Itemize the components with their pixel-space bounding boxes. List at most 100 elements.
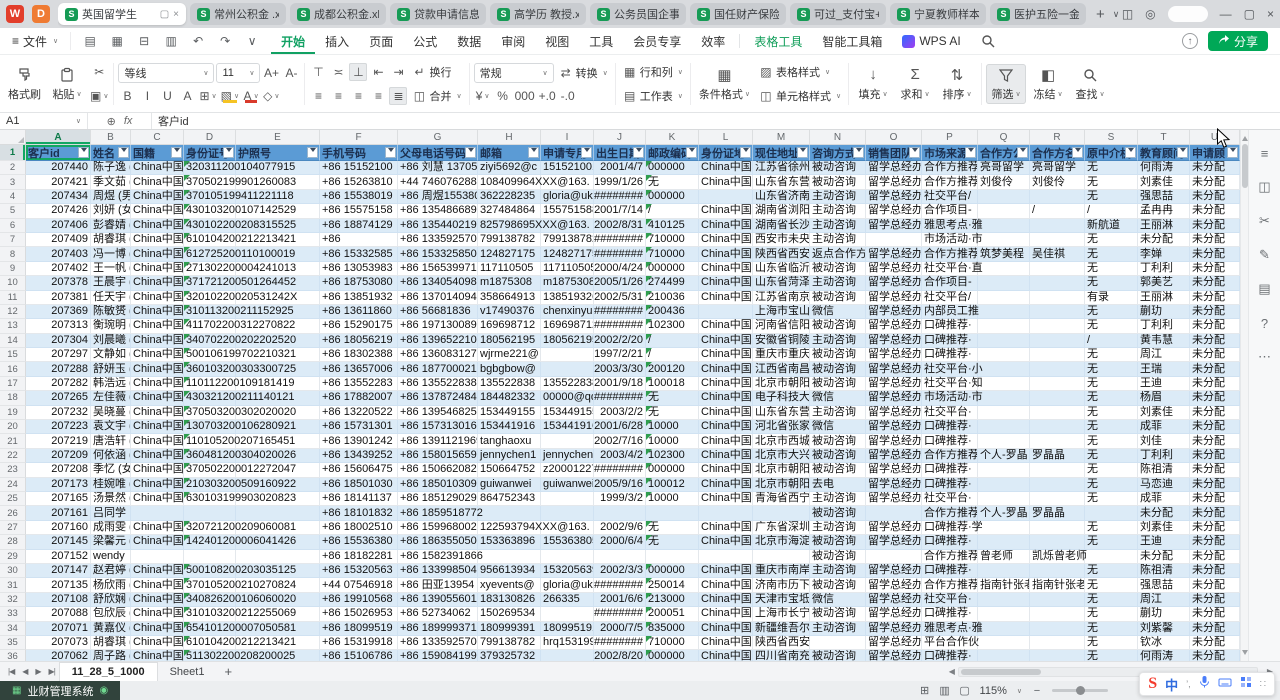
cell-U6[interactable]: 未分配: [1190, 219, 1240, 233]
cell-Q3[interactable]: 刘俊伶: [978, 175, 1030, 189]
cell-S23[interactable]: 无: [1085, 463, 1138, 477]
cell-Q16[interactable]: [978, 362, 1030, 376]
cell-B18[interactable]: 左佳薇 (女: [91, 391, 131, 405]
cell-D34[interactable]: 654101200007050581: [184, 622, 236, 636]
row-number[interactable]: 20: [0, 420, 26, 434]
cell-O8[interactable]: 留学总经办: [866, 247, 922, 261]
cell-A12[interactable]: 207369: [26, 305, 91, 319]
cell-L33[interactable]: China中国: [699, 607, 753, 621]
filter-dropdown-button[interactable]: [633, 147, 644, 158]
row-number[interactable]: 36: [0, 650, 26, 661]
cell-B13[interactable]: 衡琬明 (女: [91, 319, 131, 333]
menu-tab-数据[interactable]: 数据: [447, 28, 491, 54]
header-cell-I[interactable]: 申请专用: [541, 145, 594, 161]
cell-T8[interactable]: 李婵: [1138, 247, 1190, 261]
microphone-icon[interactable]: [1199, 675, 1210, 693]
cell-U7[interactable]: 未分配: [1190, 233, 1240, 247]
cell-D26[interactable]: [184, 506, 236, 520]
cell-P33[interactable]: 口碑推荐·: [922, 607, 978, 621]
cell-N29[interactable]: 被动咨询: [810, 550, 866, 564]
cell-M28[interactable]: 北京市海淀: [753, 535, 810, 549]
cell-Q12[interactable]: [978, 305, 1030, 319]
cell-C5[interactable]: China中国: [131, 204, 184, 218]
cell-G13[interactable]: +86 19713008901: [398, 319, 478, 333]
cell-L31[interactable]: China中国: [699, 578, 753, 592]
cell-S31[interactable]: 无: [1085, 578, 1138, 592]
cell-U28[interactable]: 未分配: [1190, 535, 1240, 549]
cell-A18[interactable]: 207265: [26, 391, 91, 405]
cell-Q31[interactable]: 指南针张老: [978, 578, 1030, 592]
cell-H9[interactable]: 117110505: [478, 262, 541, 276]
cell-Q2[interactable]: 亮哥留学: [978, 161, 1030, 175]
cell-R4[interactable]: [1030, 190, 1085, 204]
cell-P17[interactable]: 社交平台·知: [922, 377, 978, 391]
filter-dropdown-button[interactable]: [853, 147, 864, 158]
cell-A36[interactable]: 207062: [26, 650, 91, 661]
cell-S32[interactable]: 无: [1085, 593, 1138, 607]
cell-T20[interactable]: 成菲: [1138, 420, 1190, 434]
cell-O15[interactable]: 留学总经办: [866, 348, 922, 362]
cell-B35[interactable]: 胡睿琪 (女: [91, 636, 131, 650]
cell-U35[interactable]: 未分配: [1190, 636, 1240, 650]
cell-A24[interactable]: 207173: [26, 478, 91, 492]
cell-O28[interactable]: 留学总经办: [866, 535, 922, 549]
borders-button[interactable]: ⊞∨: [198, 87, 217, 105]
cell-B31[interactable]: 杨欣雨 (女: [91, 578, 131, 592]
column-letter-Q[interactable]: Q: [978, 130, 1030, 145]
cell-J2[interactable]: 2001/4/7: [594, 161, 646, 175]
cell-F34[interactable]: +86 18099519: [320, 622, 398, 636]
cell-U5[interactable]: 未分配: [1190, 204, 1240, 218]
cell-C9[interactable]: China中国: [131, 262, 184, 276]
cell-C2[interactable]: China中国: [131, 161, 184, 175]
header-cell-F[interactable]: 手机号码: [320, 145, 398, 161]
cell-K29[interactable]: [646, 550, 699, 564]
row-number[interactable]: 31: [0, 578, 26, 592]
cell-Q27[interactable]: [978, 521, 1030, 535]
cell-D8[interactable]: 612725200110100019: [184, 247, 236, 261]
cell-C20[interactable]: China中国: [131, 420, 184, 434]
find-button[interactable]: 查找∨: [1070, 64, 1110, 104]
cell-C16[interactable]: China中国: [131, 362, 184, 376]
bold-button[interactable]: B: [118, 87, 136, 105]
rows-columns-button[interactable]: ▦ 行和列∨: [620, 62, 686, 82]
cell-L25[interactable]: China中国: [699, 492, 753, 506]
cell-O7[interactable]: [866, 233, 922, 247]
cell-G12[interactable]: +86 56681836: [398, 305, 478, 319]
cell-R22[interactable]: 罗晶晶: [1030, 449, 1085, 463]
cell-C15[interactable]: China中国: [131, 348, 184, 362]
cell-R31[interactable]: 指南针张老: [1030, 578, 1085, 592]
cell-U23[interactable]: 未分配: [1190, 463, 1240, 477]
row-number[interactable]: 28: [0, 535, 26, 549]
cell-O5[interactable]: 留学总经办: [866, 204, 922, 218]
header-cell-P[interactable]: 市场来源: [922, 145, 978, 161]
cell-N20[interactable]: 微信: [810, 420, 866, 434]
cell-Q35[interactable]: [978, 636, 1030, 650]
cell-A4[interactable]: 207434: [26, 190, 91, 204]
filter-dropdown-button[interactable]: [965, 147, 976, 158]
cell-U20[interactable]: 未分配: [1190, 420, 1240, 434]
upload-cloud-icon[interactable]: ↑: [1182, 33, 1198, 49]
cell-U26[interactable]: 未分配: [1190, 506, 1240, 520]
column-letter-R[interactable]: R: [1030, 130, 1085, 145]
cell-S21[interactable]: 无: [1085, 434, 1138, 448]
cell-H22[interactable]: jennychen1: [478, 449, 541, 463]
row-number[interactable]: 25: [0, 492, 26, 506]
cell-G2[interactable]: +86 刘慧 137052: [398, 161, 478, 175]
cell-P29[interactable]: 合作方推荐: [922, 550, 978, 564]
cell-O32[interactable]: 留学总经办: [866, 593, 922, 607]
cell-B27[interactable]: 成雨雯 (女: [91, 521, 131, 535]
cell-O18[interactable]: 留学总经办: [866, 391, 922, 405]
cell-F21[interactable]: +86 13901242: [320, 434, 398, 448]
row-number[interactable]: 4: [0, 190, 26, 204]
cell-D9[interactable]: 271302200004241013: [184, 262, 236, 276]
cell-M9[interactable]: 山东省临沂: [753, 262, 810, 276]
cell-U36[interactable]: 未分配: [1190, 650, 1240, 661]
menu-tab-页面[interactable]: 页面: [359, 28, 403, 54]
cell-R11[interactable]: [1030, 291, 1085, 305]
menu-tab-开始[interactable]: 开始: [271, 28, 315, 54]
cell-R24[interactable]: [1030, 478, 1085, 492]
cell-L7[interactable]: China中国: [699, 233, 753, 247]
cell-P7[interactable]: 市场活动·市: [922, 233, 978, 247]
cell-L10[interactable]: China中国: [699, 276, 753, 290]
column-letter-O[interactable]: O: [866, 130, 922, 145]
